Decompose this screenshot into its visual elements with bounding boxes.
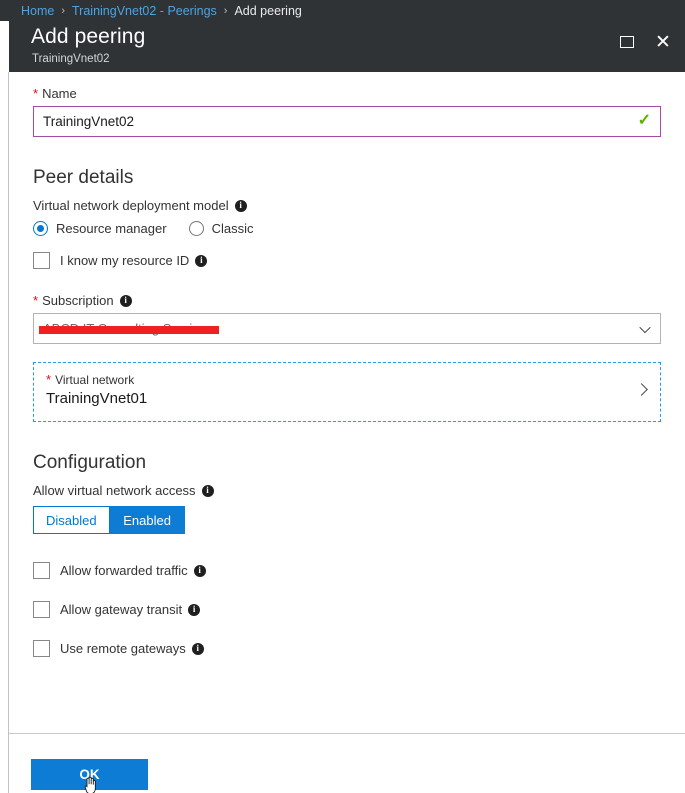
configuration-heading: Configuration [33, 452, 147, 473]
radio-selected-icon [33, 221, 48, 236]
blade-header-buttons: ✕ [614, 29, 676, 55]
required-marker: * [46, 372, 52, 387]
deployment-model-radio-group: Resource manager Classic [33, 221, 661, 236]
virtual-network-picker[interactable]: * Virtual network TrainingVnet01 [33, 362, 661, 422]
checkbox-know-resource-id-label: I know my resource ID [60, 253, 190, 268]
toggle-option-enabled[interactable]: Enabled [109, 506, 185, 534]
radio-resource-manager[interactable]: Resource manager [33, 221, 167, 236]
radio-unselected-icon [188, 221, 204, 236]
name-input[interactable] [33, 106, 661, 137]
name-label: * Name [33, 86, 661, 101]
page-subtitle: TrainingVnet02 [32, 53, 110, 65]
deployment-model-label: Virtual network deployment model i [33, 198, 661, 213]
close-blade-button[interactable]: ✕ [650, 29, 676, 55]
allow-vnet-access-label-text: Allow virtual network access [33, 483, 196, 498]
breadcrumb-item-home[interactable]: Home [21, 4, 54, 18]
valid-check-icon: ✓ [637, 112, 651, 129]
radio-classic-label: Classic [211, 221, 254, 236]
restore-window-icon [620, 36, 634, 48]
azure-portal-add-peering-blade: Home › TrainingVnet02 - Peerings › Add p… [0, 0, 685, 793]
name-field-row: ✓ [33, 106, 661, 137]
breadcrumb-item-peerings[interactable]: TrainingVnet02 - Peerings [72, 4, 217, 18]
checkbox-unchecked-icon [33, 252, 50, 269]
allow-vnet-access-label: Allow virtual network access i [33, 483, 661, 498]
info-icon[interactable]: i [195, 254, 208, 267]
required-marker: * [33, 293, 39, 308]
checkbox-use-remote-gateways[interactable]: Use remote gateways i [33, 640, 661, 657]
page-title: Add peering [31, 25, 146, 48]
subscription-label: * Subscription i [33, 293, 661, 308]
chevron-down-icon [639, 321, 651, 333]
radio-classic[interactable]: Classic [188, 221, 254, 236]
toggle-option-disabled[interactable]: Disabled [33, 506, 110, 534]
restore-window-button[interactable] [614, 29, 640, 55]
blade-footer: OK [9, 734, 685, 793]
checkbox-know-resource-id[interactable]: I know my resource ID i [33, 252, 661, 269]
form-content: * Name ✓ Peer details Virtual network de… [9, 72, 685, 657]
info-icon[interactable]: i [234, 199, 247, 212]
subscription-value: ABCD IT Consulting Services [39, 321, 219, 336]
peer-details-heading: Peer details [33, 167, 134, 188]
info-icon[interactable]: i [191, 642, 204, 655]
checkbox-allow-gateway-transit-label: Allow gateway transit [60, 602, 183, 617]
breadcrumb-item-current: Add peering [234, 3, 302, 18]
allow-vnet-access-toggle: Disabled Enabled [33, 506, 661, 534]
breadcrumb-separator: › [223, 4, 228, 17]
required-marker: * [33, 86, 39, 101]
ok-button[interactable]: OK [31, 759, 148, 790]
virtual-network-label: * Virtual network [46, 372, 648, 387]
info-icon[interactable]: i [201, 484, 214, 497]
deployment-model-label-text: Virtual network deployment model [33, 198, 229, 213]
checkbox-allow-forwarded-traffic-label: Allow forwarded traffic [60, 563, 188, 578]
virtual-network-label-text: Virtual network [55, 372, 135, 387]
checkbox-allow-gateway-transit[interactable]: Allow gateway transit i [33, 601, 661, 618]
name-label-text: Name [42, 86, 77, 101]
checkbox-unchecked-icon [33, 640, 50, 657]
blade-header: Add peering TrainingVnet02 ✕ [9, 21, 685, 72]
info-icon[interactable]: i [193, 564, 206, 577]
subscription-label-text: Subscription [42, 293, 114, 308]
checkbox-use-remote-gateways-label: Use remote gateways [60, 641, 186, 656]
info-icon[interactable]: i [119, 294, 132, 307]
checkbox-unchecked-icon [33, 601, 50, 618]
virtual-network-value: TrainingVnet01 [46, 390, 148, 407]
subscription-dropdown[interactable]: ABCD IT Consulting Services [33, 313, 661, 344]
breadcrumb: Home › TrainingVnet02 - Peerings › Add p… [0, 0, 685, 21]
info-icon[interactable]: i [188, 603, 201, 616]
blade-body: * Name ✓ Peer details Virtual network de… [9, 72, 685, 733]
breadcrumb-separator: › [61, 4, 66, 17]
checkbox-unchecked-icon [33, 562, 50, 579]
checkbox-allow-forwarded-traffic[interactable]: Allow forwarded traffic i [33, 562, 661, 579]
close-icon: ✕ [655, 31, 671, 53]
radio-resource-manager-label: Resource manager [56, 221, 167, 236]
